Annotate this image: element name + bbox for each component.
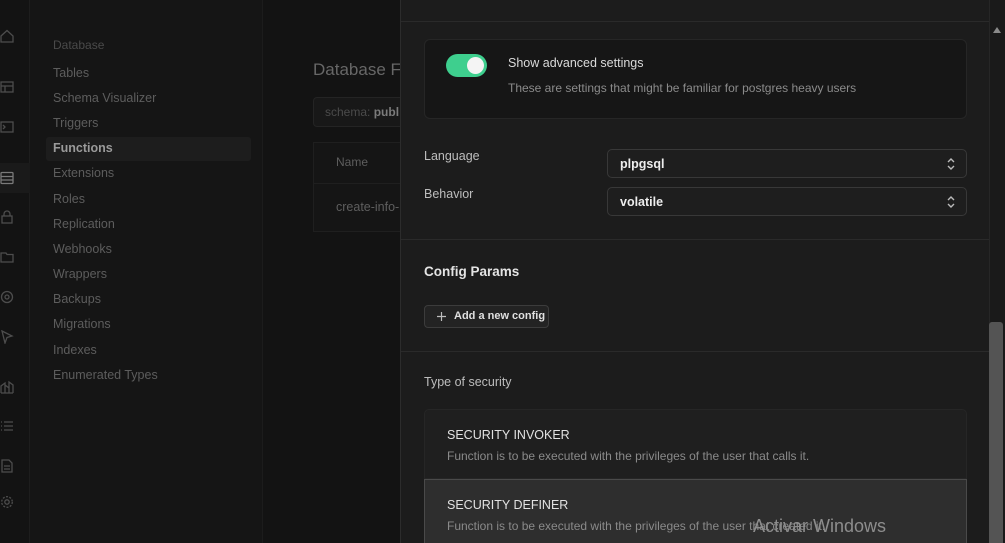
advanced-settings-card: Show advanced settings These are setting… [424,39,967,119]
sidebar-item-schema-visualizer[interactable]: Schema Visualizer [53,91,156,105]
advanced-settings-toggle[interactable] [446,54,487,77]
language-label: Language [424,149,480,163]
function-side-panel: Show advanced settings These are setting… [400,0,989,543]
advanced-settings-description: These are settings that might be familia… [508,81,857,95]
sidebar-item-wrappers[interactable]: Wrappers [53,267,107,281]
advanced-settings-label: Show advanced settings [508,56,644,70]
app-root: Database Tables Schema Visualizer Trigge… [0,0,1005,543]
windows-activation-watermark: Activar Windows [753,516,887,536]
home-icon[interactable] [0,29,14,43]
scroll-up-arrow-icon[interactable] [993,27,1001,33]
panel-scrollbar-thumb[interactable] [989,322,1003,543]
sidebar-item-migrations[interactable]: Migrations [53,317,111,331]
behavior-select[interactable]: volatile [607,187,967,216]
toggle-knob [467,57,484,74]
language-select[interactable]: plpgsql [607,149,967,178]
table-editor-icon[interactable] [0,80,14,94]
schema-value: publ [373,105,400,119]
sidebar-item-backups[interactable]: Backups [53,292,101,306]
settings-icon[interactable] [0,495,14,509]
edge-functions-icon[interactable] [0,290,14,304]
api-docs-icon[interactable] [0,459,14,473]
behavior-value: volatile [620,195,664,209]
storage-icon[interactable] [0,250,14,264]
config-params-title: Config Params [424,264,520,279]
sidebar-item-roles[interactable]: Roles [53,192,85,206]
logs-icon[interactable] [0,419,14,433]
behavior-label: Behavior [424,187,474,201]
background-main: Database F schema: publ Name create-info… [263,0,434,543]
section-divider [401,239,989,240]
plus-icon [436,311,447,322]
sidebar-item-indexes[interactable]: Indexes [53,343,97,357]
section-divider [401,351,989,352]
page-title: Database F [313,60,401,79]
reports-icon[interactable] [0,380,14,394]
sidebar-item-functions[interactable]: Functions [53,141,113,155]
database-icon[interactable] [0,171,14,185]
sidebar-item-replication[interactable]: Replication [53,217,115,231]
sql-editor-icon[interactable] [0,120,14,134]
sidebar-item-triggers[interactable]: Triggers [53,116,98,130]
security-type-label: Type of security [424,375,512,389]
security-option-description: Function is to be executed with the priv… [447,449,810,463]
security-option-title: SECURITY DEFINER [447,498,569,512]
sidebar-item-webhooks[interactable]: Webhooks [53,242,112,256]
security-option-title: SECURITY INVOKER [447,428,570,442]
icon-rail [0,0,30,543]
sidebar-item-tables[interactable]: Tables [53,66,89,80]
language-value: plpgsql [620,157,665,171]
sidebar-heading: Database [53,38,105,52]
sidebar-item-extensions[interactable]: Extensions [53,166,114,180]
schema-prefix: schema: [325,105,371,119]
security-invoker-option[interactable]: SECURITY INVOKER Function is to be execu… [424,409,967,479]
chevron-up-down-icon [946,195,956,209]
database-sidebar: Database Tables Schema Visualizer Trigge… [30,0,263,543]
add-config-label: Add a new config [454,310,546,322]
panel-header-divider [401,21,989,22]
realtime-icon[interactable] [0,330,14,344]
sidebar-item-enumerated-types[interactable]: Enumerated Types [53,368,158,382]
auth-icon[interactable] [0,210,14,224]
add-config-button[interactable]: Add a new config [424,305,549,328]
table-header-name: Name [336,155,369,169]
chevron-up-down-icon [946,157,956,171]
table-row[interactable]: create-info- [336,200,399,214]
